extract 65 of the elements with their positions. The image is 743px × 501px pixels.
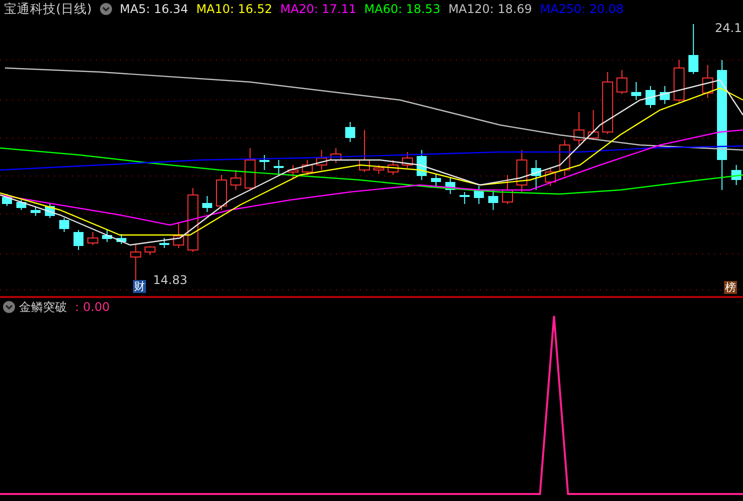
candlestick (202, 196, 212, 212)
candlestick (59, 218, 70, 232)
indicator-value: ：0.00 (71, 301, 110, 313)
candlestick (74, 230, 84, 250)
candlestick (187, 188, 198, 252)
candlestick (144, 246, 156, 256)
candlestick (402, 152, 413, 168)
candlestick (702, 64, 714, 98)
candlestick (531, 160, 542, 190)
candlestick (416, 150, 427, 180)
indicator-value: MA120: 18.69 (448, 1, 532, 18)
chart-title: 宝通科技(日线) (4, 0, 92, 18)
indicator-title: 金鳞突破 (19, 301, 67, 313)
indicator-value: MA5: 16.34 (120, 1, 188, 18)
candlestick (359, 130, 370, 172)
candlestick (274, 160, 284, 176)
candlestick (244, 148, 256, 190)
candlestick (616, 70, 628, 94)
candlestick (559, 140, 570, 176)
candlestick (259, 154, 270, 170)
candlestick (631, 82, 642, 100)
candlestick (388, 160, 399, 176)
marker-tag: 榜 (724, 281, 737, 294)
candlestick (173, 222, 184, 248)
marker-tag: 财 (133, 280, 146, 293)
candlestick (87, 232, 98, 246)
candlestick (588, 110, 599, 140)
candlestick (431, 174, 441, 188)
candlestick (544, 168, 556, 186)
candlestick (316, 150, 328, 170)
candlestick (688, 24, 698, 74)
candlestick (445, 178, 456, 194)
candlestick (30, 206, 41, 216)
candlestick (16, 200, 26, 210)
candlestick (44, 204, 55, 218)
indicator-value: MA20: 17.11 (280, 1, 356, 18)
collapse-icon[interactable] (100, 3, 112, 15)
candlestick (488, 190, 498, 210)
collapse-icon[interactable] (3, 301, 15, 313)
candlestick (474, 186, 484, 204)
candlestick (345, 122, 356, 142)
high-price-label: 24.1 (715, 22, 742, 34)
candlestick (646, 86, 656, 108)
candlestick (502, 174, 513, 204)
candlestick (460, 192, 470, 204)
indicator-value: MA250: 20.08 (540, 1, 624, 18)
candlestick (216, 174, 227, 210)
candlestick (373, 164, 384, 174)
candlestick (731, 164, 742, 186)
candlestick (102, 230, 112, 242)
candlestick (159, 238, 170, 248)
candlestick (288, 164, 298, 178)
candlestick (602, 72, 614, 134)
indicator-value: MA60: 18.53 (364, 1, 440, 18)
candlestick (516, 150, 528, 192)
candlestick (302, 160, 313, 176)
candlestick (330, 148, 342, 164)
candlestick (116, 234, 126, 244)
indicator-value: MA10: 16.52 (196, 1, 272, 18)
candlestick (230, 170, 242, 190)
candlestick (574, 112, 584, 146)
candlestick (2, 194, 12, 206)
candlestick (660, 86, 670, 104)
low-price-label: 14.83 (153, 274, 188, 286)
candlestick (674, 60, 685, 102)
